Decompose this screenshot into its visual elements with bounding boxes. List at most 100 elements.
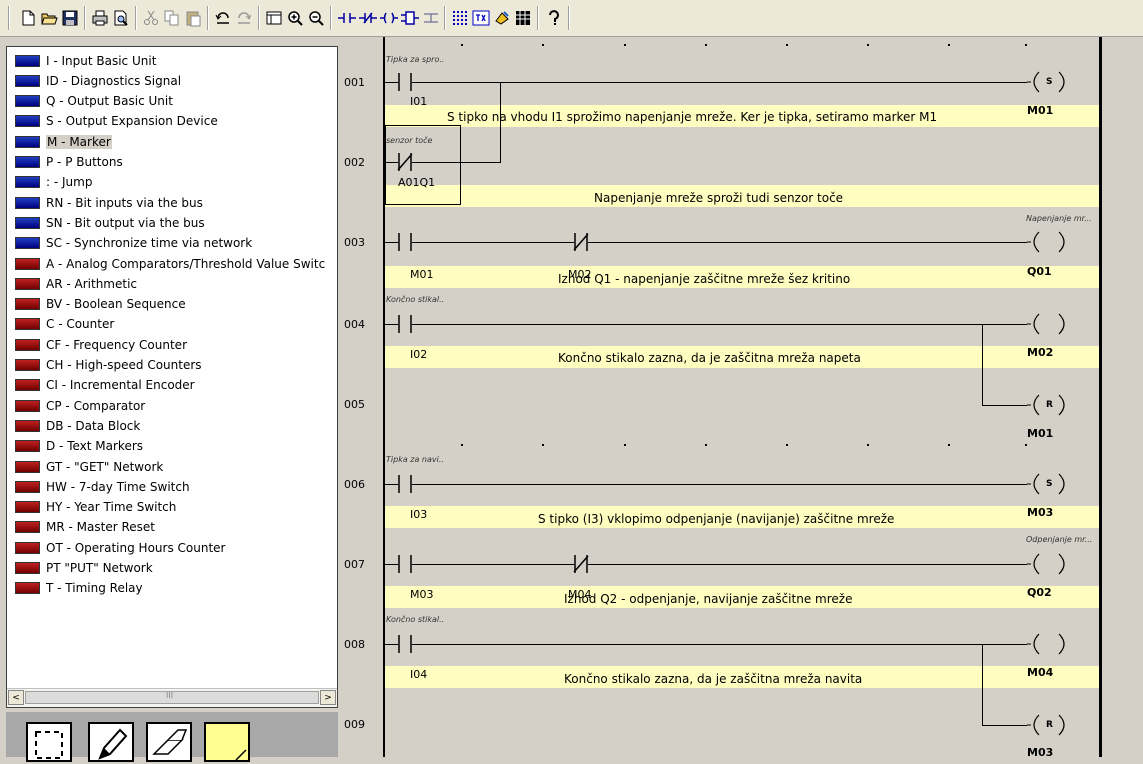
scroll-thumb[interactable]: III xyxy=(25,691,319,704)
comment-text: Napenjanje mreže sproži tudi senzor toče xyxy=(594,191,844,205)
tree-item[interactable]: I - Input Basic Unit xyxy=(15,51,156,70)
contact-comment: Končno stikal.. xyxy=(386,615,445,624)
tree-item-label: M - Marker xyxy=(46,134,112,149)
zoom-in-icon[interactable] xyxy=(286,9,304,27)
tree-item-label: MR - Master Reset xyxy=(46,520,155,535)
paint-icon[interactable] xyxy=(493,9,511,27)
undo-icon[interactable] xyxy=(214,9,232,27)
pencil-tool-icon[interactable] xyxy=(88,722,134,762)
coil-q02[interactable] xyxy=(1027,553,1071,575)
tree-item[interactable]: A - Analog Comparators/Threshold Value S… xyxy=(15,254,325,273)
scroll-grip: III xyxy=(166,691,174,700)
tree-item[interactable]: AR - Arithmetic xyxy=(15,274,137,293)
no-contact-i01[interactable] xyxy=(394,73,416,91)
eraser-tool-icon[interactable] xyxy=(146,722,192,762)
tree-item[interactable]: ID - Diagnostics Signal xyxy=(15,71,181,90)
no-contact-i02[interactable] xyxy=(394,315,416,333)
operand-type-icon xyxy=(15,277,40,290)
tree-item[interactable]: CF - Frequency Counter xyxy=(15,335,187,354)
table-icon[interactable] xyxy=(514,9,532,27)
text-icon[interactable] xyxy=(472,9,490,27)
save-icon[interactable] xyxy=(61,9,79,27)
tree-item-label: CP - Comparator xyxy=(46,398,146,413)
copy-icon[interactable] xyxy=(163,9,181,27)
grid-icon[interactable] xyxy=(451,9,469,27)
tree-item[interactable]: HY - Year Time Switch xyxy=(15,498,176,517)
no-contact-m03[interactable] xyxy=(394,555,416,573)
tree-item[interactable]: RN - Bit inputs via the bus xyxy=(15,193,203,212)
no-contact-i04[interactable] xyxy=(394,635,416,653)
nc-contact-m02[interactable] xyxy=(570,233,592,251)
contact-icon[interactable] xyxy=(338,9,356,27)
coil-m02[interactable] xyxy=(1027,313,1071,335)
nc-contact-m04[interactable] xyxy=(570,555,592,573)
coil-q01[interactable] xyxy=(1027,231,1071,253)
no-contact-m01[interactable] xyxy=(394,233,416,251)
tree-item-label: CF - Frequency Counter xyxy=(46,337,187,352)
redo-icon[interactable] xyxy=(235,9,253,27)
print-preview-icon[interactable] xyxy=(112,9,130,27)
new-icon[interactable] xyxy=(19,9,37,27)
tree-item[interactable]: MR - Master Reset xyxy=(15,518,155,537)
tree-item[interactable]: DB - Data Block xyxy=(15,416,140,435)
rung-wire xyxy=(385,564,1027,565)
tree-item[interactable]: Q - Output Basic Unit xyxy=(15,92,173,111)
grid-dot xyxy=(786,44,788,46)
tree-item[interactable]: D - Text Markers xyxy=(15,437,143,456)
select-tool-icon[interactable] xyxy=(26,722,72,762)
tree-item[interactable]: : - Jump xyxy=(15,173,92,192)
no-contact-i03[interactable] xyxy=(394,475,416,493)
grid-dot xyxy=(624,444,626,446)
open-icon[interactable] xyxy=(40,9,58,27)
grid-dot xyxy=(867,444,869,446)
tree-item[interactable]: GT - "GET" Network xyxy=(15,457,163,476)
tree-item[interactable]: SN - Bit output via the bus xyxy=(15,213,205,232)
tree-item-label: T - Timing Relay xyxy=(46,581,143,596)
operand-type-icon xyxy=(15,460,40,473)
operand-type-icon xyxy=(15,480,40,493)
tree-item[interactable]: C - Counter xyxy=(15,315,114,334)
comment-text: Izhod Q1 - napenjanje zaščitne mreže šez… xyxy=(558,272,851,286)
paste-icon[interactable] xyxy=(184,9,202,27)
rung-number: 006 xyxy=(344,478,365,491)
tree-item[interactable]: M - Marker xyxy=(15,132,112,151)
tree-item[interactable]: HW - 7-day Time Switch xyxy=(15,477,190,496)
tree-item-label: OT - Operating Hours Counter xyxy=(46,540,226,555)
tree-item[interactable]: SC - Synchronize time via network xyxy=(15,234,252,253)
tree-item[interactable]: PT "PUT" Network xyxy=(15,559,153,578)
scroll-left-button[interactable]: < xyxy=(8,690,24,705)
tree-item[interactable]: CI - Incremental Encoder xyxy=(15,376,195,395)
operand-tree[interactable]: I - Input Basic Unit ID - Diagnostics Sig… xyxy=(6,46,338,708)
zoom-out-icon[interactable] xyxy=(307,9,325,27)
view-icon[interactable] xyxy=(265,9,283,27)
connection-icon[interactable] xyxy=(422,9,440,27)
rung-wire xyxy=(385,324,1027,325)
tree-item[interactable]: P - P Buttons xyxy=(15,153,123,172)
coil-comment: Napenjanje mr... xyxy=(1026,214,1092,223)
tree-item[interactable]: CP - Comparator xyxy=(15,396,145,415)
tree-item[interactable]: OT - Operating Hours Counter xyxy=(15,538,225,557)
coil-m04[interactable] xyxy=(1027,633,1071,655)
cut-icon[interactable] xyxy=(142,9,160,27)
parallel-branch xyxy=(982,324,983,405)
scroll-right-button[interactable]: > xyxy=(320,690,336,705)
function-block-icon[interactable] xyxy=(401,9,419,27)
nc-contact-a01q1[interactable] xyxy=(394,153,416,171)
nc-contact-icon[interactable] xyxy=(359,9,377,27)
coil-icon[interactable] xyxy=(380,9,398,27)
coil-operand: M03 xyxy=(1027,506,1054,519)
horizontal-scrollbar[interactable]: < III > xyxy=(7,688,337,707)
operand-label: M02 xyxy=(568,268,592,281)
tree-item-label: HW - 7-day Time Switch xyxy=(46,479,190,494)
print-icon[interactable] xyxy=(91,9,109,27)
tree-item[interactable]: BV - Boolean Sequence xyxy=(15,295,186,314)
parallel-branch xyxy=(982,644,983,725)
coil-operand: M02 xyxy=(1027,346,1054,359)
help-icon[interactable] xyxy=(545,9,563,27)
tree-item[interactable]: S - Output Expansion Device xyxy=(15,112,218,131)
coil-operand: M01 xyxy=(1027,427,1054,440)
tree-item[interactable]: CH - High-speed Counters xyxy=(15,356,202,375)
note-tool-icon[interactable] xyxy=(204,722,250,762)
ladder-diagram[interactable]: 001 002 003 004 005 006 007 008 009 S ti… xyxy=(342,37,1143,759)
tree-item[interactable]: T - Timing Relay xyxy=(15,579,143,598)
